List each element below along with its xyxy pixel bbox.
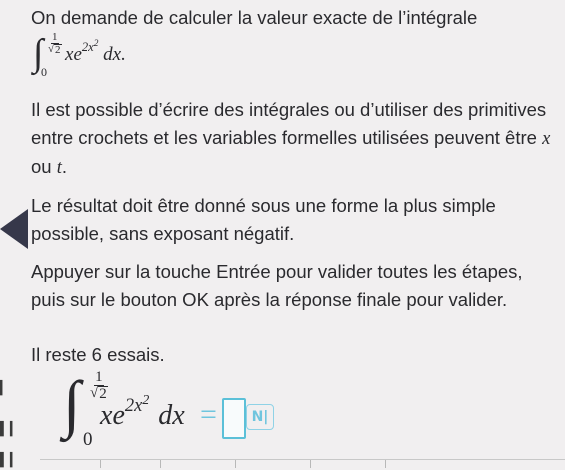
integrand: xe2x2 dx. [65,39,126,65]
signal-bars-icon: ▍▎ [0,421,20,436]
remaining-attempts: Il reste 6 essais. [31,344,165,365]
question-intro: On demande de calculer la valeur exacte … [31,7,478,28]
bottom-toolbar-edge [40,459,565,470]
instructions-validation: Appuyer sur la touche Entrée pour valide… [31,261,523,310]
upper-bound: 1 √ 2 [48,31,62,56]
instructions-formal-variables: Il est possible d’écrire des intégrales … [31,99,551,178]
instructions-result-format: Le résultat doit être donné sous une for… [31,195,496,244]
answer-input[interactable] [222,398,246,439]
answer-lower-bound: 0 [83,429,93,450]
math-input-badge-icon[interactable]: N| [246,404,274,430]
answer-integral-sign: ∫ [63,368,81,439]
signal-bars-icon: ▎ [0,380,10,395]
lower-bound: 0 [41,65,47,79]
answer-upper-bound: 1 √ 2 [90,369,108,402]
signal-bars-icon: ▍▎ [0,452,20,467]
left-edge-arrow [0,209,28,249]
answer-integrand: xe2x2 dx [100,392,185,431]
answer-equals-sign: = [200,398,217,431]
